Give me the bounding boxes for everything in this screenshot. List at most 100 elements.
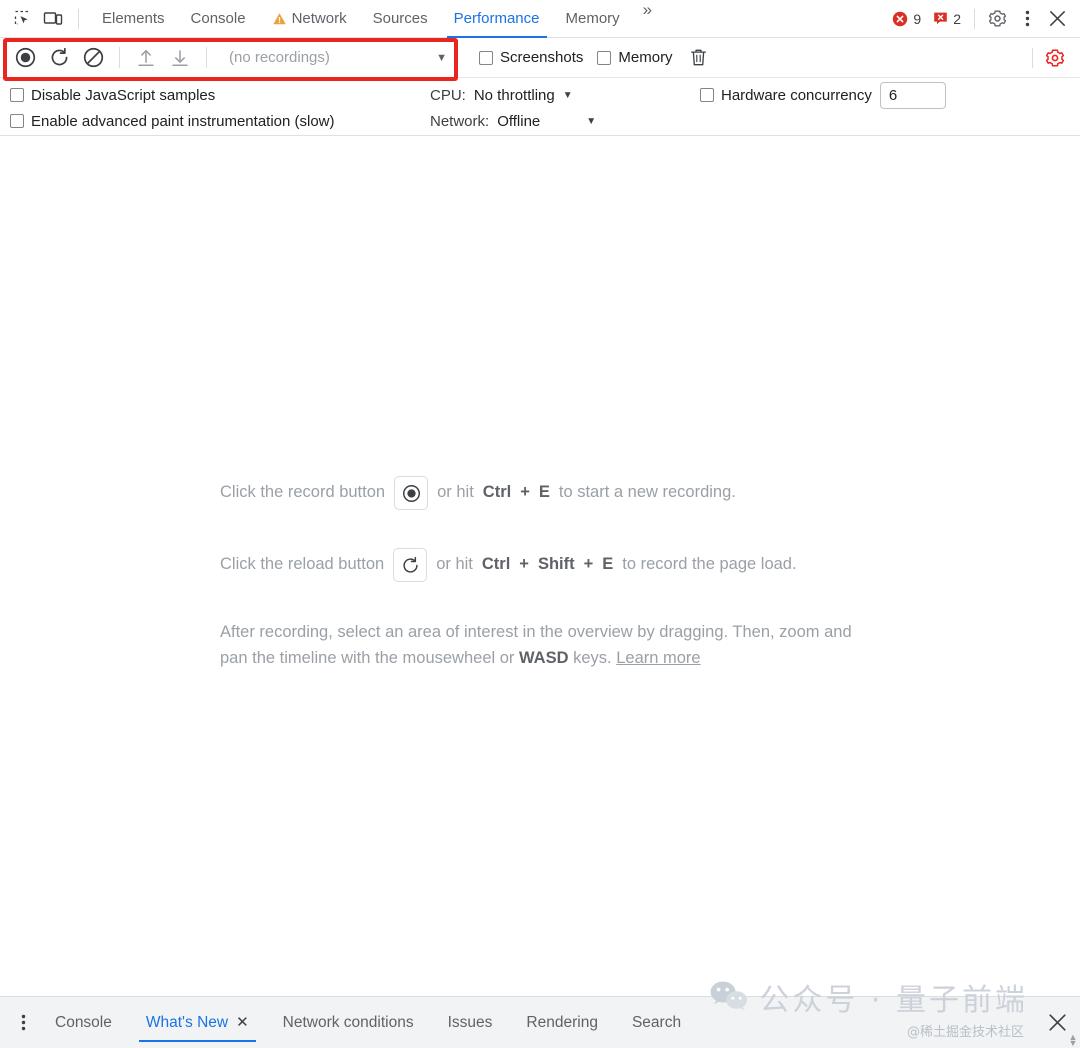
drawer-scroll-indicator[interactable]: ▲ ▼ <box>1068 1033 1078 1048</box>
checkbox-box <box>10 114 24 128</box>
save-profile-button[interactable] <box>164 43 196 73</box>
tab-elements[interactable]: Elements <box>89 0 178 38</box>
recordings-dropdown[interactable]: (no recordings) ▼ <box>225 44 453 72</box>
advanced-paint-label: Enable advanced paint instrumentation (s… <box>31 112 335 130</box>
drawer-tab-label: Issues <box>447 1013 493 1031</box>
inspect-element-icon[interactable] <box>8 6 38 32</box>
hardware-concurrency-setting: Hardware concurrency 6 <box>700 81 946 109</box>
record-key-e: E <box>538 483 550 502</box>
dots-vertical-glyph <box>21 1014 25 1031</box>
screenshots-label: Screenshots <box>500 49 584 66</box>
dots-vertical-glyph <box>1025 10 1029 27</box>
key-plus-2: + <box>583 555 594 574</box>
gear-glyph-active <box>1045 49 1065 66</box>
network-throttling-setting: Network: Offline ▼ <box>430 113 700 130</box>
toolbar-divider-2 <box>206 47 207 68</box>
drawer-tab-whats-new[interactable]: What's New ✕ <box>129 998 266 1048</box>
hardware-concurrency-input[interactable]: 6 <box>879 81 946 109</box>
tabbar-right-actions: 9 2 <box>886 5 1074 33</box>
download-arrow-icon <box>172 49 188 66</box>
settings-col-left-1: Disable JavaScript samples <box>10 87 430 104</box>
record-key-ctrl: Ctrl <box>482 483 512 502</box>
error-count: 9 <box>913 10 922 27</box>
record-circle-icon <box>402 484 420 502</box>
tab-label: Network <box>291 10 347 27</box>
gear-glyph <box>988 10 1006 27</box>
device-toolbar-icon[interactable] <box>38 6 68 32</box>
drawer-tab-rendering[interactable]: Rendering <box>509 998 615 1048</box>
performance-landing-instructions: Click the record button or hit Ctrl + E … <box>220 476 860 671</box>
drawer-tab-label: Search <box>631 1013 682 1031</box>
tabbar-divider <box>78 8 79 29</box>
drawer-tab-network-conditions[interactable]: Network conditions <box>266 998 431 1048</box>
load-profile-button[interactable] <box>130 43 162 73</box>
error-circle-icon <box>893 11 908 26</box>
capture-settings-gear-icon[interactable] <box>1040 44 1070 72</box>
drawer-tabbar: Console What's New ✕ Network conditions … <box>0 996 1080 1048</box>
performance-toolbar: (no recordings) ▼ Screenshots Memory <box>0 38 1080 81</box>
recordings-value: (no recordings) <box>229 49 330 66</box>
reload-instruction-prefix: Click the reload button <box>220 555 385 574</box>
issues-count: 2 <box>953 10 961 27</box>
error-count-badge[interactable]: 9 <box>886 11 927 27</box>
wasd-keys-label: WASD <box>519 648 569 667</box>
devtools-settings-gear-icon[interactable] <box>982 5 1012 33</box>
screenshots-checkbox[interactable]: Screenshots <box>479 49 583 66</box>
clear-no-entry-icon <box>83 47 103 68</box>
tab-console[interactable]: Console <box>178 0 259 38</box>
network-throttling-dropdown[interactable]: Offline ▼ <box>497 113 596 130</box>
more-tabs-chevron-icon[interactable]: » <box>633 0 660 38</box>
toolbar-divider <box>119 47 120 68</box>
close-glyph <box>1049 11 1065 26</box>
drawer-tab-search[interactable]: Search <box>615 998 698 1048</box>
drawer-more-menu-icon[interactable] <box>8 1008 38 1038</box>
disable-js-samples-label: Disable JavaScript samples <box>31 86 216 104</box>
issues-count-badge[interactable]: 2 <box>927 11 967 27</box>
memory-label: Memory <box>618 49 673 66</box>
overview-hint-paragraph: After recording, select an area of inter… <box>220 620 860 671</box>
drawer-tab-label: Rendering <box>526 1013 598 1031</box>
capture-settings-divider <box>1032 47 1033 68</box>
devtools-more-menu-icon[interactable] <box>1012 5 1042 33</box>
tab-network[interactable]: Network <box>259 0 360 38</box>
trash-glyph <box>691 49 707 66</box>
performance-toolbar-controls <box>0 43 215 73</box>
reload-arrow-icon <box>403 556 418 573</box>
clear-button[interactable] <box>77 43 109 73</box>
drawer-close-icon[interactable] <box>1042 1009 1072 1037</box>
inline-reload-button[interactable] <box>393 548 428 582</box>
reload-instruction-mid: or hit <box>436 555 473 574</box>
cpu-throttling-setting: CPU: No throttling ▼ <box>430 87 700 104</box>
record-instruction-mid: or hit <box>437 483 474 502</box>
learn-more-link[interactable]: Learn more <box>616 649 700 667</box>
drawer-tab-issues[interactable]: Issues <box>431 998 510 1048</box>
record-instruction-prefix: Click the record button <box>220 483 386 502</box>
chevron-down-icon: ▼ <box>562 89 573 101</box>
record-button[interactable] <box>9 43 41 73</box>
disable-js-samples-checkbox[interactable]: Disable JavaScript samples <box>10 87 215 104</box>
key-plus: + <box>519 555 529 574</box>
clear-recordings-trash-icon[interactable] <box>685 44 713 72</box>
inline-record-button[interactable] <box>394 476 429 510</box>
capture-settings-pane: Disable JavaScript samples CPU: No throt… <box>0 78 1080 136</box>
drawer-tab-label: Network conditions <box>282 1013 414 1031</box>
drawer-tab-console[interactable]: Console <box>38 998 129 1048</box>
cpu-throttling-dropdown[interactable]: No throttling ▼ <box>474 87 573 104</box>
reload-and-record-button[interactable] <box>43 43 75 73</box>
memory-checkbox[interactable]: Memory <box>597 49 673 66</box>
devtools-tab-list: Elements Console Network Sources Perform… <box>89 0 660 38</box>
devtools-close-icon[interactable] <box>1042 5 1072 33</box>
reload-key-shift: Shift <box>537 555 575 574</box>
tab-sources[interactable]: Sources <box>360 0 441 38</box>
hardware-concurrency-value: 6 <box>888 86 898 104</box>
tab-memory[interactable]: Memory <box>553 0 633 38</box>
reload-arrow-icon <box>51 47 67 66</box>
hardware-concurrency-label: Hardware concurrency <box>721 86 872 104</box>
settings-col-left-2: Enable advanced paint instrumentation (s… <box>10 113 430 130</box>
tab-performance[interactable]: Performance <box>441 0 553 38</box>
hardware-concurrency-checkbox[interactable]: Hardware concurrency <box>700 87 872 104</box>
advanced-paint-checkbox[interactable]: Enable advanced paint instrumentation (s… <box>10 113 335 130</box>
reload-instruction-line: Click the reload button or hit Ctrl + Sh… <box>220 548 860 582</box>
drawer-tab-close-icon[interactable]: ✕ <box>236 1015 249 1030</box>
record-instruction-line: Click the record button or hit Ctrl + E … <box>220 476 860 510</box>
